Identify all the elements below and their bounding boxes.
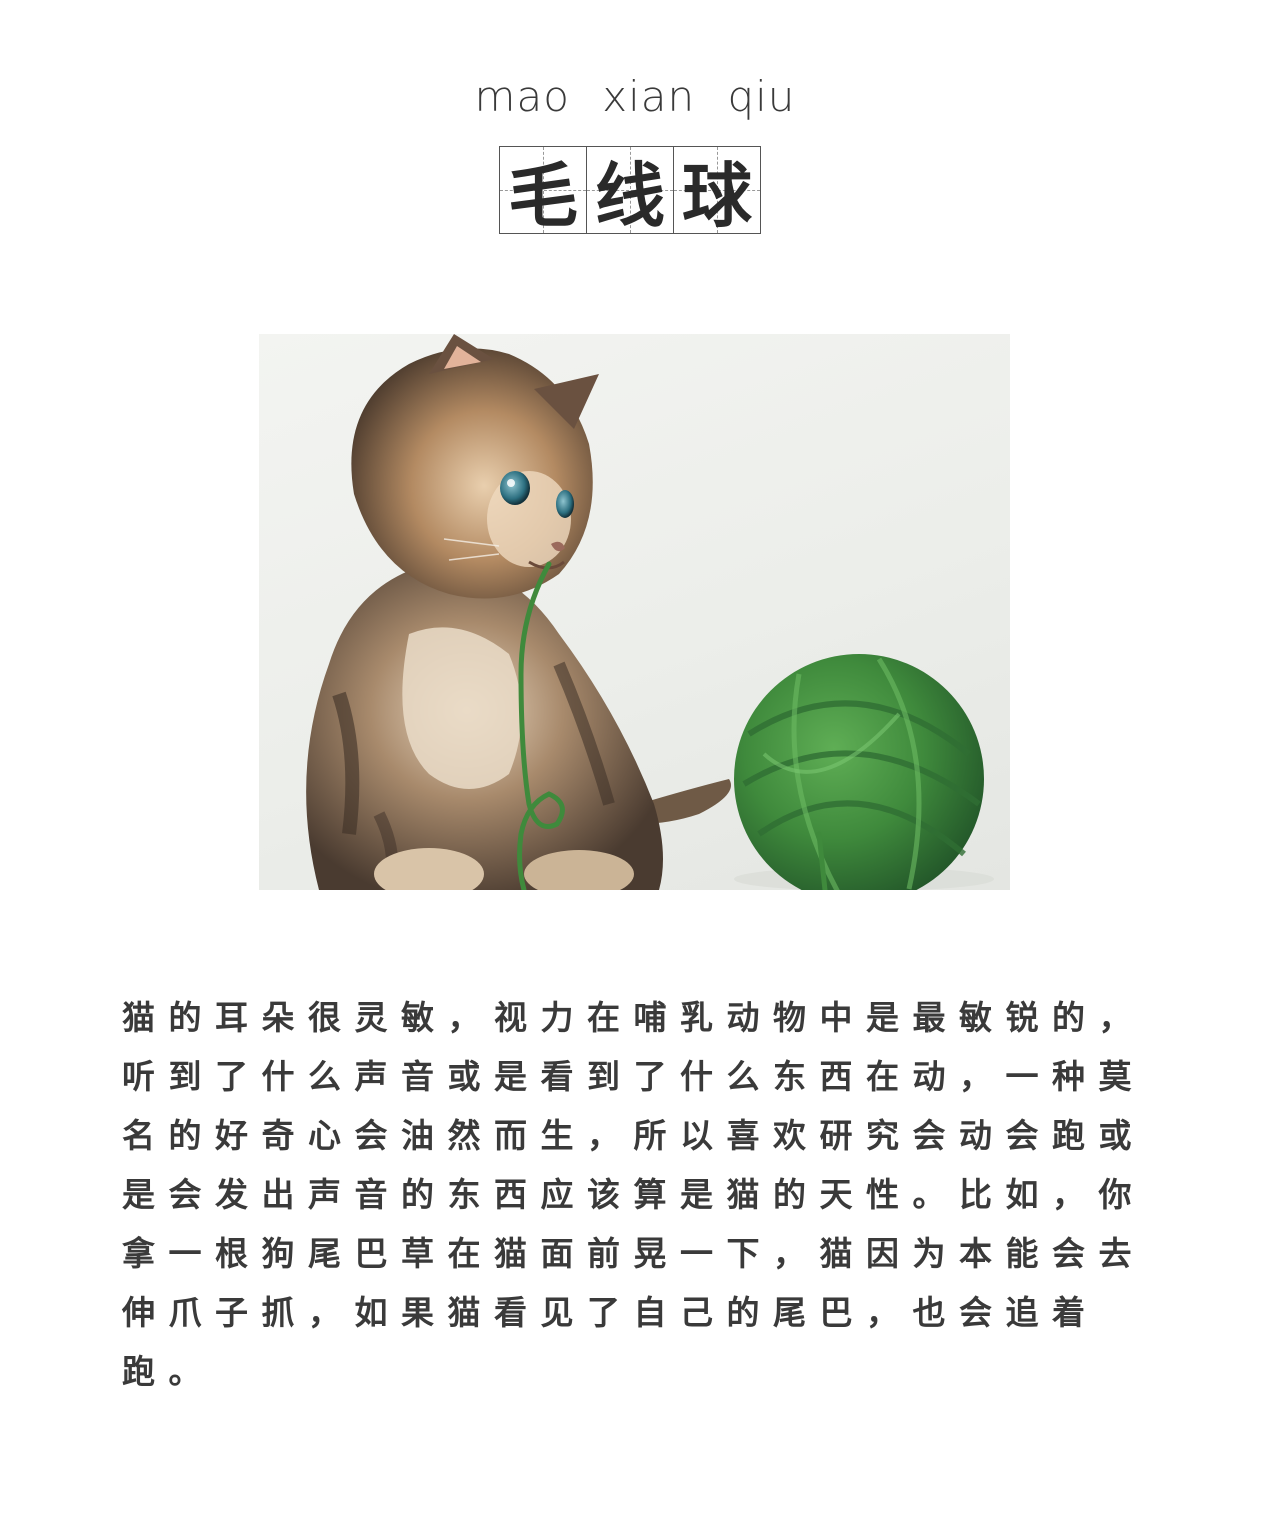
tianzige-cell: 毛 — [499, 146, 587, 237]
article-paragraph: 猫的耳朵很灵敏，视力在哺乳动物中是最敏锐的，听到了什么声音或是看到了什么东西在动… — [122, 998, 1145, 1391]
title-char: 线 — [595, 154, 665, 237]
title-tianzige-grid: 毛 线 球 — [499, 146, 761, 237]
title-char: 球 — [682, 154, 752, 237]
tianzige-cell: 线 — [586, 146, 674, 237]
title-char: 毛 — [508, 154, 578, 237]
kitten-yarn-photo — [259, 334, 1010, 890]
tianzige-cell: 球 — [673, 146, 761, 237]
kitten-illustration — [306, 334, 731, 890]
pinyin-heading: mao xian qiu — [474, 72, 796, 121]
yarn-ball-illustration — [734, 654, 994, 890]
